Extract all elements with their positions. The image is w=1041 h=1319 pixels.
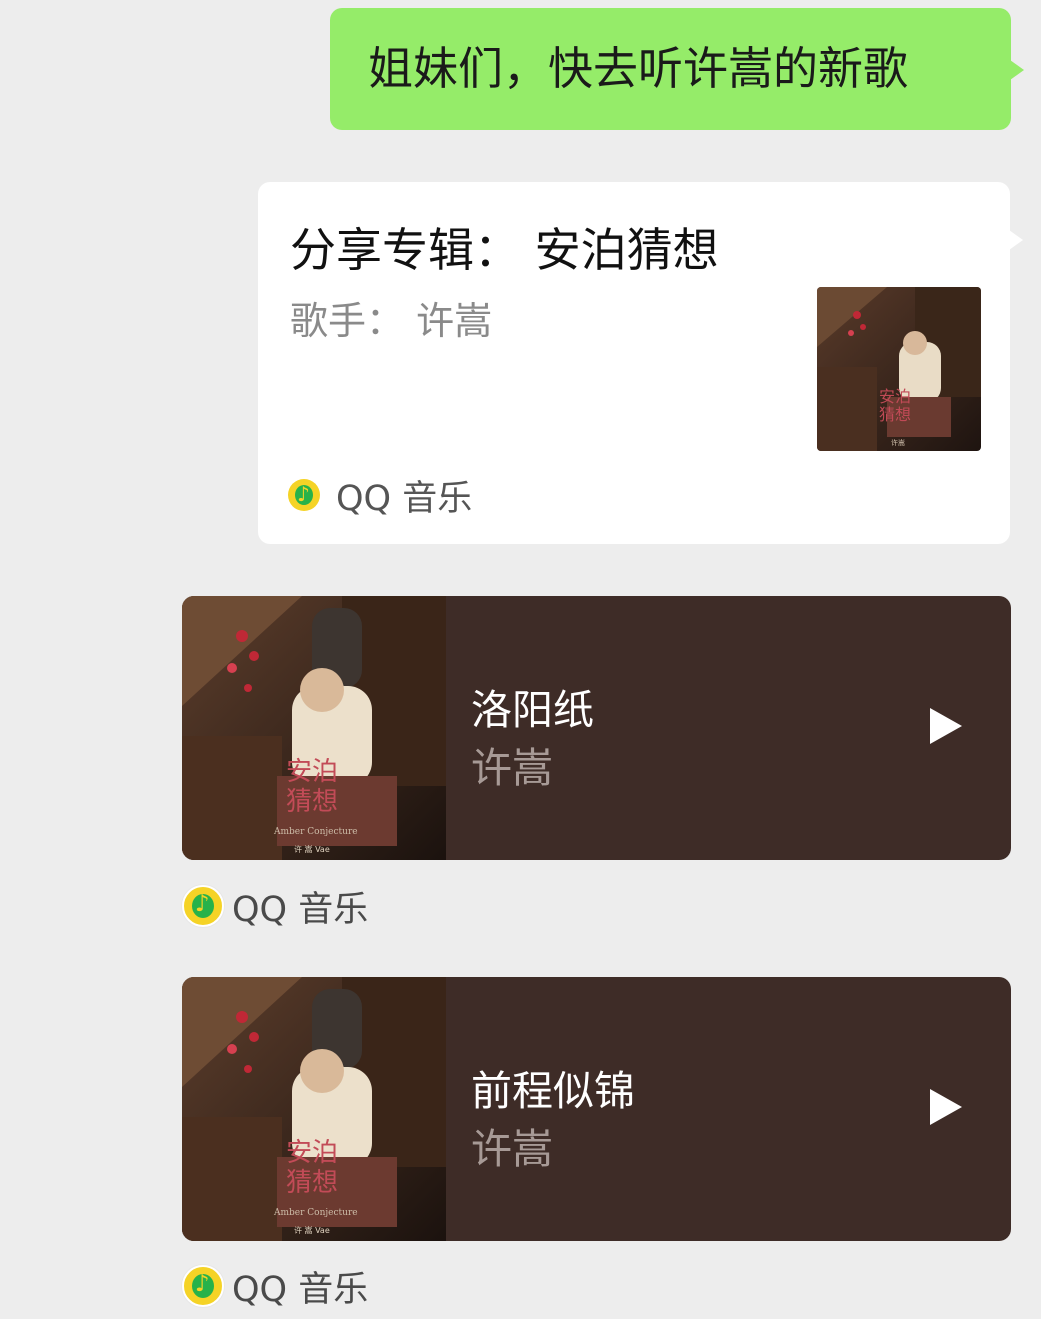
album-cover-thumbnail: 安泊 猜想 许嵩 xyxy=(817,287,981,451)
cover-title-line1: 安泊 xyxy=(879,387,911,406)
play-icon[interactable] xyxy=(930,708,962,744)
album-cover: 安泊 猜想 Amber Conjecture 许 嵩 Vae xyxy=(182,596,446,860)
qq-music-logo-icon: ♪ xyxy=(288,479,320,511)
cover-artist: 许嵩 xyxy=(891,438,905,447)
source-name: QQ 音乐 xyxy=(232,889,369,930)
album-share-source: ♪ QQ 音乐 xyxy=(288,478,472,519)
music-card-source: ♪ QQ 音乐 xyxy=(182,885,368,930)
music-card[interactable]: 安泊 猜想 Amber Conjecture 许 嵩 Vae 洛阳纸 许嵩 xyxy=(182,596,1011,860)
play-icon[interactable] xyxy=(930,1089,962,1125)
album-share-artist: 歌手： 许嵩 xyxy=(290,299,493,343)
bubble-tail xyxy=(1010,60,1024,80)
song-singer: 许嵩 xyxy=(471,1125,553,1173)
qq-music-logo-icon: ♪ xyxy=(182,1265,224,1307)
cover-artist: 许 嵩 Vae xyxy=(294,844,330,854)
cover-title-line1: 安泊 xyxy=(286,1138,338,1168)
text-message: 姐妹们，快去听许嵩的新歌 xyxy=(368,42,909,95)
cover-title-line2: 猜想 xyxy=(879,405,911,424)
song-singer: 许嵩 xyxy=(471,744,553,792)
album-share-card[interactable]: 分享专辑： 安泊猜想 歌手： 许嵩 安泊 猜想 许嵩 ♪ QQ 音乐 xyxy=(258,182,1023,544)
cover-title-line2: 猜想 xyxy=(286,1168,338,1198)
cover-subtitle: Amber Conjecture xyxy=(273,827,358,837)
music-card[interactable]: 安泊 猜想 Amber Conjecture 许 嵩 Vae 前程似锦 许嵩 xyxy=(182,977,1011,1241)
source-name: QQ 音乐 xyxy=(232,1269,369,1310)
cover-title-line1: 安泊 xyxy=(286,757,338,787)
qq-music-logo-icon: ♪ xyxy=(182,885,224,927)
album-cover: 安泊 猜想 Amber Conjecture 许 嵩 Vae xyxy=(182,977,446,1241)
album-share-title: 分享专辑： 安泊猜想 xyxy=(290,223,719,277)
text-message-bubble[interactable]: 姐妹们，快去听许嵩的新歌 xyxy=(330,8,1024,130)
music-card-source: ♪ QQ 音乐 xyxy=(182,1265,368,1310)
cover-artist: 许 嵩 Vae xyxy=(294,1225,330,1235)
bubble-tail xyxy=(1009,230,1023,250)
song-title: 前程似锦 xyxy=(471,1067,635,1115)
source-name: QQ 音乐 xyxy=(336,478,473,519)
cover-subtitle: Amber Conjecture xyxy=(273,1208,358,1218)
cover-title-line2: 猜想 xyxy=(286,787,338,817)
song-title: 洛阳纸 xyxy=(471,686,594,734)
